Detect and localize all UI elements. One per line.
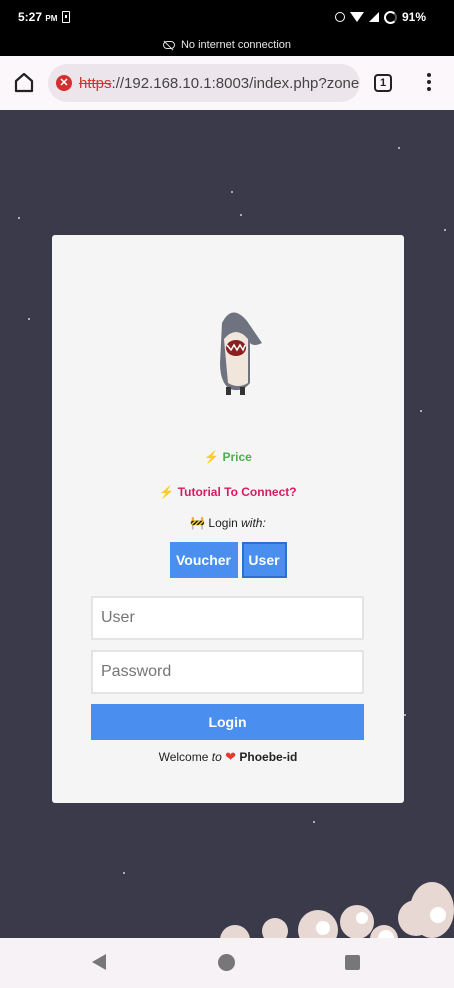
cloud-off-icon — [162, 41, 175, 49]
more-menu-icon[interactable] — [424, 73, 434, 95]
login-with-label: 🚧 Login with: — [190, 516, 266, 530]
shark-mascot-image — [220, 312, 262, 395]
login-mode-buttons: Voucher User — [52, 542, 404, 578]
heart-icon: ❤ — [225, 749, 237, 764]
status-bar: 5:27 PM 91% — [0, 0, 454, 34]
wifi-icon — [349, 12, 364, 22]
recents-icon[interactable] — [345, 955, 360, 970]
login-card: ⚡ Price ⚡ Tutorial To Connect? 🚧 Login w… — [52, 235, 404, 803]
password-input[interactable] — [91, 650, 364, 694]
alarm-icon — [334, 12, 345, 22]
username-input[interactable] — [91, 596, 364, 640]
voucher-button[interactable]: Voucher — [169, 542, 238, 578]
battery-saver-icon — [62, 11, 70, 23]
home-circle-icon[interactable] — [218, 954, 235, 971]
welcome-text: Welcome to ❤ Phoebe-id — [158, 749, 298, 764]
status-time: 5:27 PM — [18, 10, 58, 24]
tutorial-link[interactable]: ⚡ Tutorial To Connect? — [52, 485, 404, 499]
status-icons: 91% — [334, 10, 426, 24]
tab-switcher-button[interactable]: 1 — [374, 74, 392, 92]
not-secure-icon[interactable]: ✕ — [56, 75, 72, 91]
battery-icon — [383, 10, 397, 24]
system-nav-bar — [0, 938, 454, 988]
user-mode-button[interactable]: User — [241, 542, 287, 578]
battery-percent: 91% — [401, 10, 426, 24]
home-icon[interactable] — [14, 71, 34, 93]
address-bar[interactable]: ✕ https://192.168.10.1:8003/index.php?zo… — [48, 64, 360, 102]
price-link[interactable]: ⚡ Price — [52, 450, 404, 464]
offline-text: No internet connection — [180, 39, 292, 51]
url-text[interactable]: https://192.168.10.1:8003/index.php?zone… — [79, 75, 360, 92]
login-button[interactable]: Login — [91, 704, 364, 740]
page-content: ⚡ Price ⚡ Tutorial To Connect? 🚧 Login w… — [0, 110, 454, 938]
offline-banner: No internet connection — [0, 34, 454, 56]
back-icon[interactable] — [92, 954, 106, 970]
browser-toolbar: ✕ https://192.168.10.1:8003/index.php?zo… — [0, 56, 454, 110]
signal-icon — [368, 12, 379, 22]
